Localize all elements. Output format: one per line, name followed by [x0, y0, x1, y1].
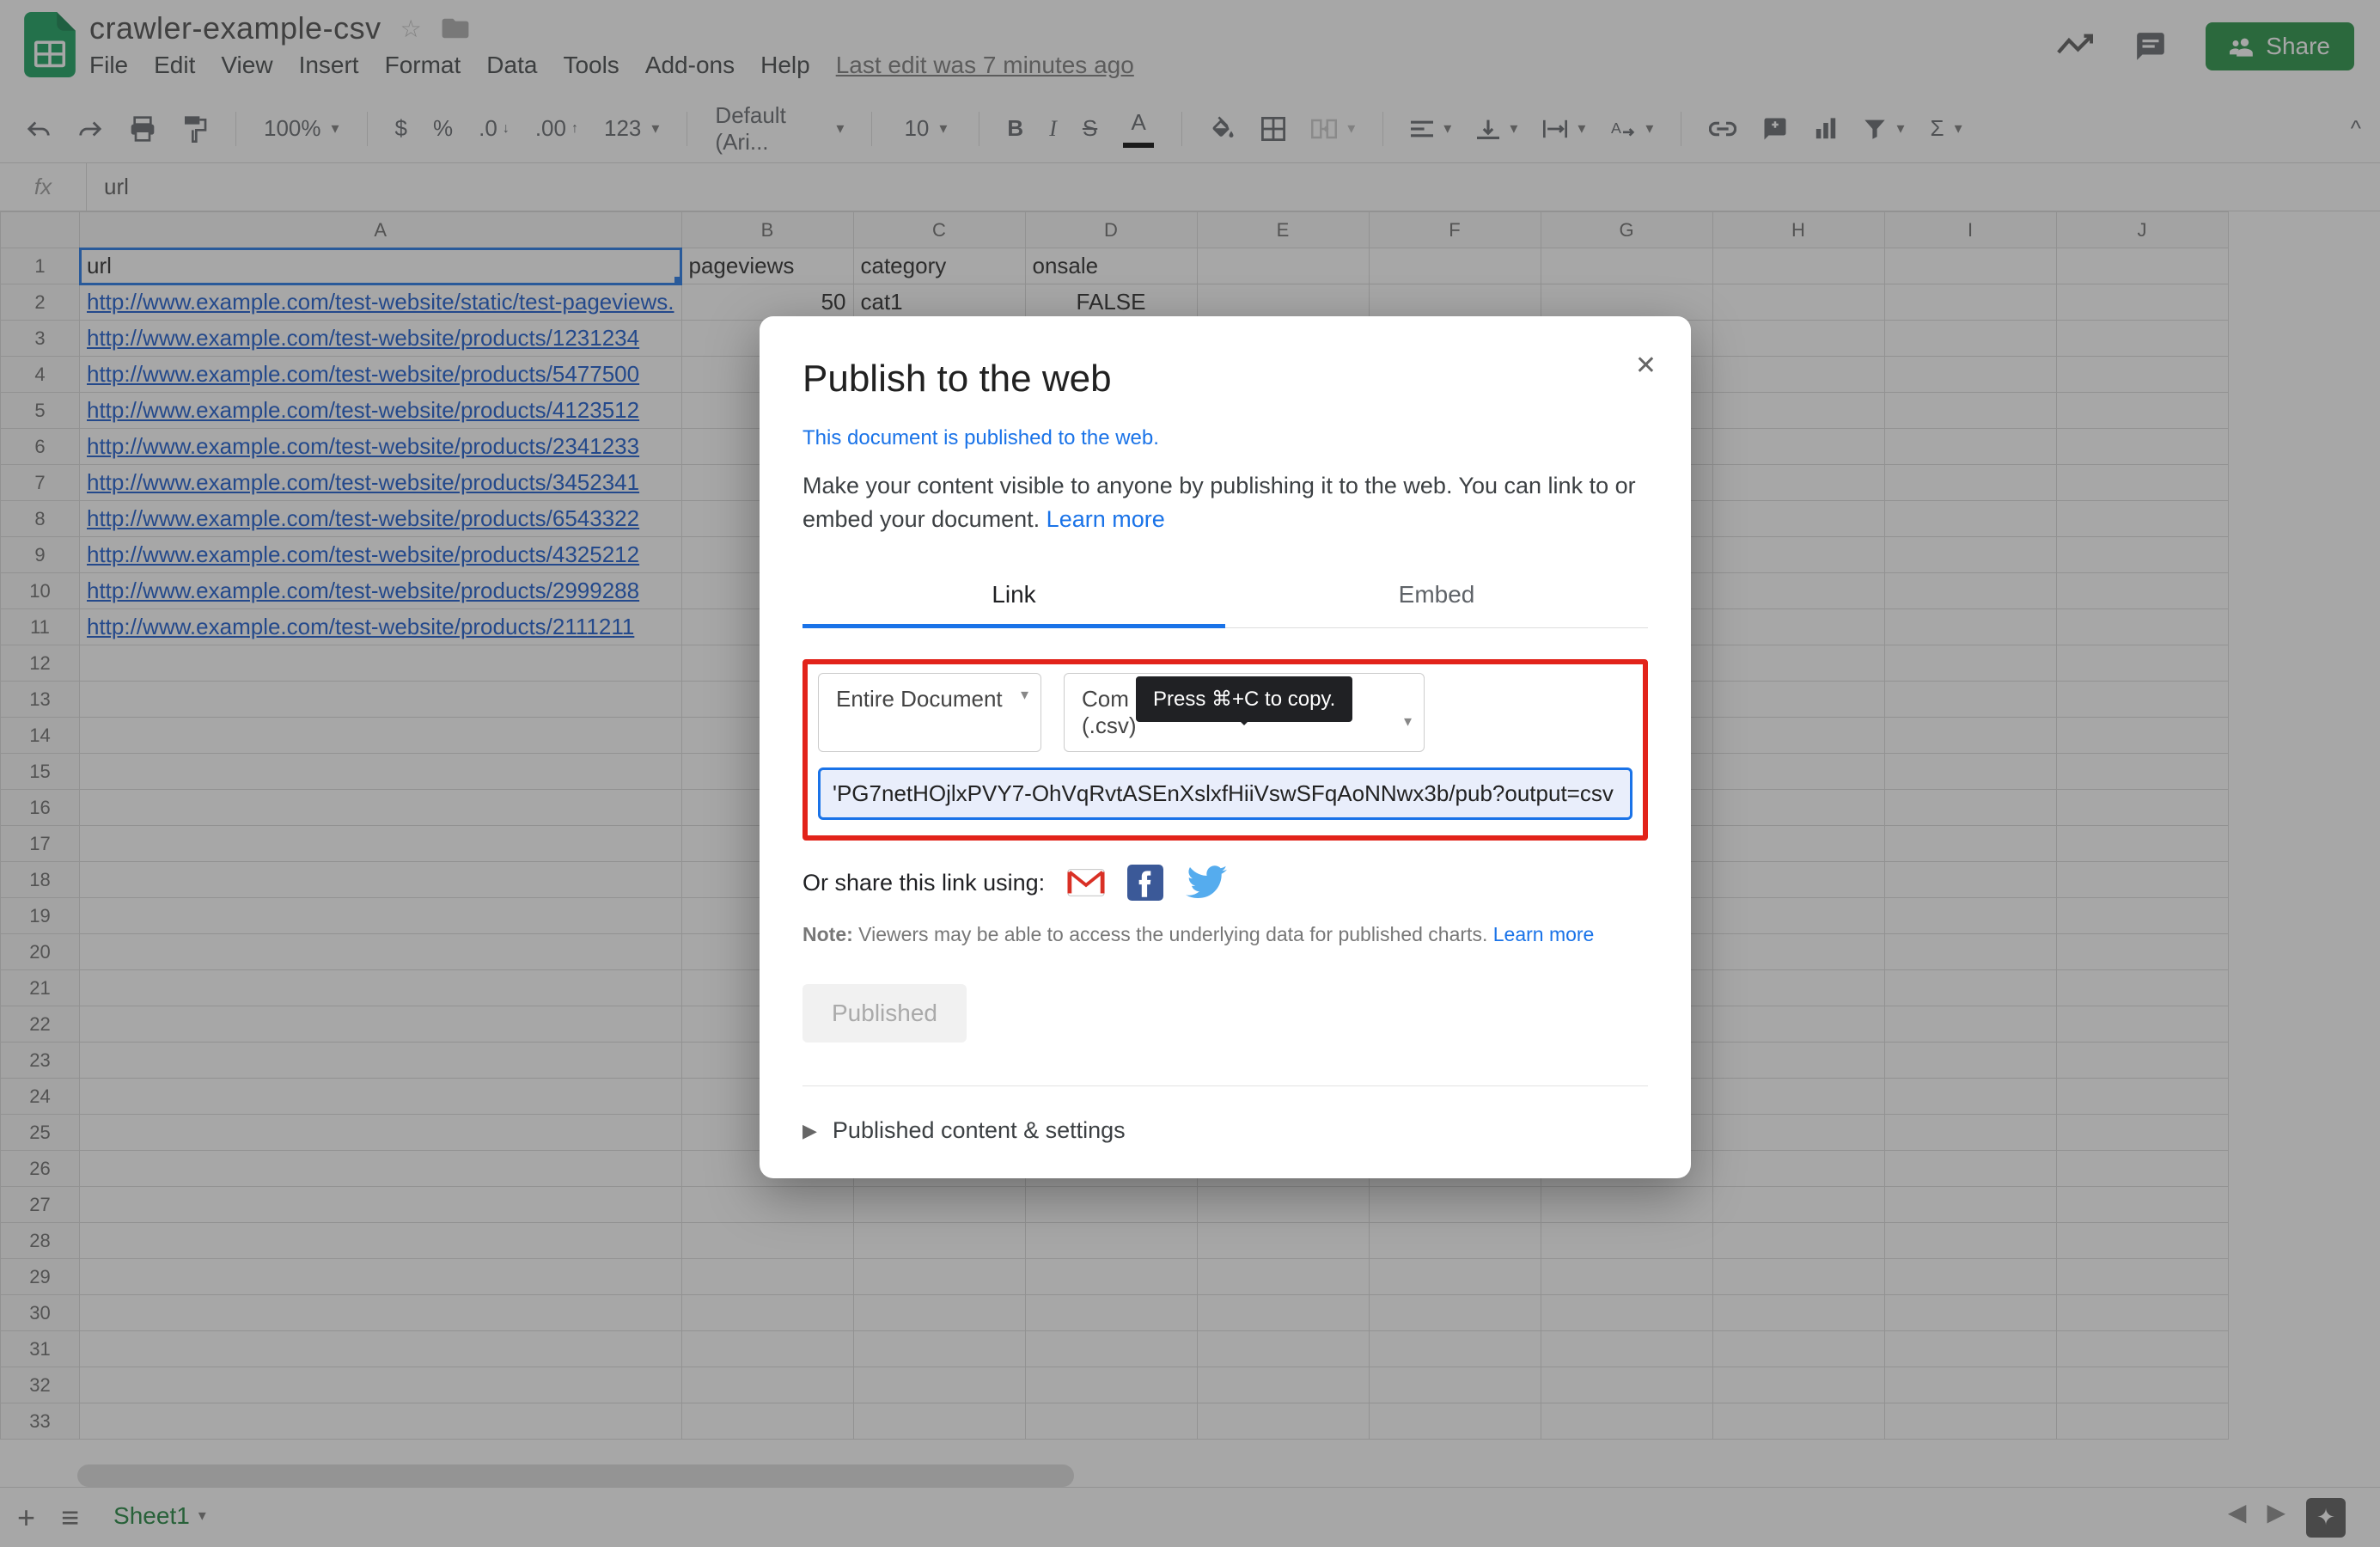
publish-description: Make your content visible to anyone by p…: [802, 469, 1648, 536]
facebook-icon[interactable]: [1127, 865, 1163, 901]
copy-tooltip: Press ⌘+C to copy.: [1136, 676, 1352, 722]
app-root: crawler-example-csv ☆ File Edit View Ins…: [0, 0, 2380, 1547]
note-learn-more-link[interactable]: Learn more: [1493, 923, 1595, 945]
share-using-label: Or share this link using:: [802, 870, 1045, 896]
twitter-icon[interactable]: [1186, 865, 1227, 900]
publish-modal: ✕ Publish to the web This document is pu…: [760, 316, 1691, 1178]
tab-link[interactable]: Link: [802, 566, 1225, 628]
gmail-icon[interactable]: [1067, 868, 1105, 897]
publish-note: Note: Viewers may be able to access the …: [802, 923, 1648, 946]
tab-embed[interactable]: Embed: [1225, 566, 1648, 627]
highlight-frame: Entire Document Com ma-separated valu es…: [802, 659, 1648, 841]
publish-tabs: Link Embed: [802, 566, 1648, 628]
publish-status: This document is published to the web.: [802, 426, 1648, 450]
published-content-settings[interactable]: ▶ Published content & settings: [802, 1117, 1648, 1144]
modal-title: Publish to the web: [802, 358, 1648, 401]
share-row: Or share this link using:: [802, 865, 1648, 901]
close-icon[interactable]: ✕: [1635, 351, 1657, 381]
learn-more-link[interactable]: Learn more: [1047, 506, 1165, 532]
publish-url-input[interactable]: 'PG7netHOjlxPVY7-OhVqRvtASEnXslxfHiiVswS…: [818, 767, 1632, 820]
chevron-right-icon: ▶: [802, 1120, 817, 1142]
scope-select[interactable]: Entire Document: [818, 673, 1041, 752]
published-button[interactable]: Published: [802, 984, 967, 1043]
